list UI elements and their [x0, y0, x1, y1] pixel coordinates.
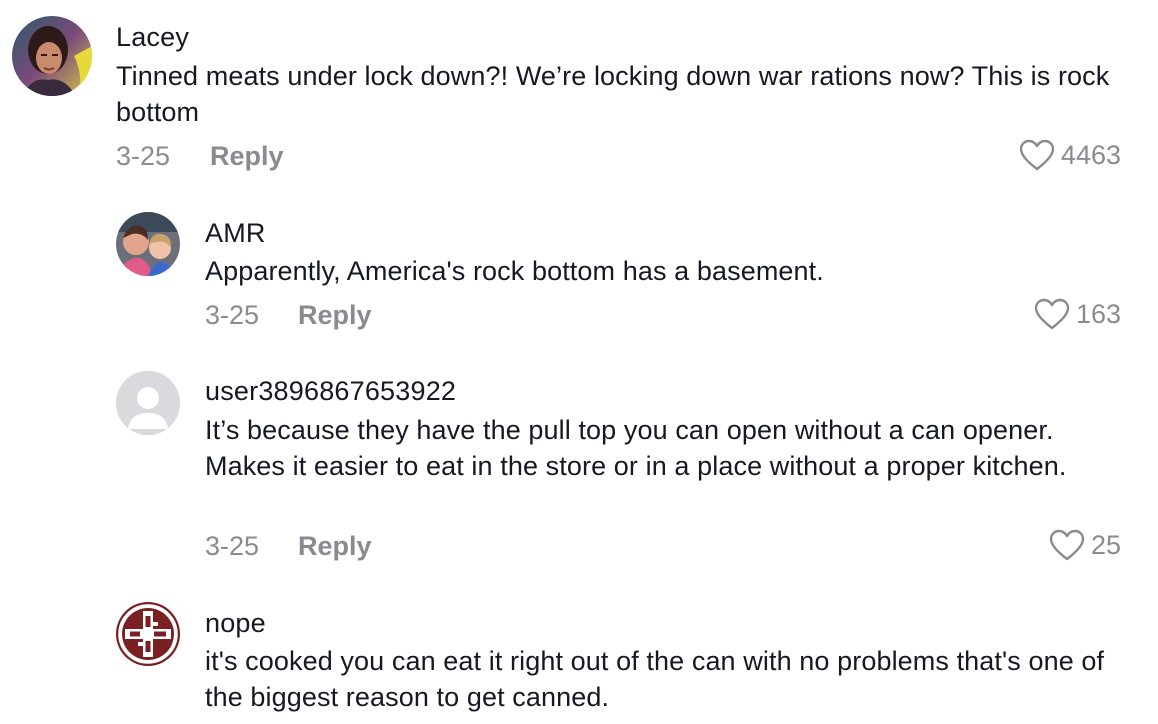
like-count: 4463	[1060, 139, 1121, 170]
comment-date: 3-25	[205, 531, 260, 561]
comment-text: Tinned meats under lock down?! We’re loc…	[116, 61, 1110, 127]
comment-text: Apparently, America's rock bottom has a …	[205, 256, 824, 286]
comment-username[interactable]: AMR	[205, 218, 266, 249]
comment-text: It’s because they have the pull top you …	[205, 415, 1067, 481]
user-avatar[interactable]	[12, 16, 92, 96]
reply-button[interactable]: Reply	[210, 141, 284, 172]
heart-icon	[1019, 139, 1055, 171]
default-person-avatar-icon	[116, 371, 180, 435]
comment-username[interactable]: Lacey	[116, 22, 189, 53]
user-avatar[interactable]	[116, 602, 180, 666]
user-photo-avatar-icon	[116, 212, 180, 276]
comment-text: it's cooked you can eat it right out of …	[205, 646, 1105, 712]
like-button[interactable]: 163	[1034, 298, 1121, 330]
comment-date: 3-25	[116, 141, 171, 171]
comment-username[interactable]: nope	[205, 608, 266, 639]
user-avatar[interactable]	[116, 212, 180, 276]
like-button[interactable]: 4463	[1019, 139, 1121, 171]
like-button[interactable]: 25	[1049, 529, 1121, 561]
reply-button[interactable]: Reply	[298, 300, 372, 331]
reply-button[interactable]: Reply	[298, 531, 372, 562]
heart-icon	[1034, 298, 1070, 330]
comment-username[interactable]: user3896867653922	[205, 376, 456, 407]
user-photo-avatar-icon	[12, 16, 92, 96]
comment-date: 3-25	[205, 300, 260, 330]
red-cross-logo-avatar-icon	[116, 602, 180, 666]
user-avatar[interactable]	[116, 371, 180, 435]
like-count: 25	[1090, 529, 1121, 560]
like-count: 163	[1075, 298, 1121, 329]
heart-icon	[1049, 529, 1085, 561]
